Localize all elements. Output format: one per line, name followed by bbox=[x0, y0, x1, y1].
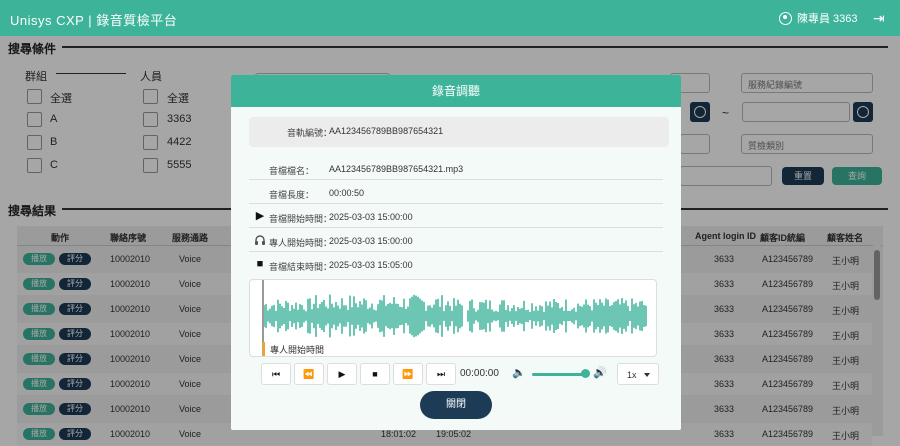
agent-start-value: 2025-03-03 15:00:00 bbox=[329, 236, 413, 246]
app-title: Unisys CXP | 錄音質檢平台 bbox=[10, 13, 178, 28]
volume-high-icon[interactable]: 🔊 bbox=[593, 366, 607, 379]
info-row: 專人開始時間： 2025-03-03 15:00:00 bbox=[249, 229, 663, 252]
chevron-down-icon bbox=[644, 373, 650, 377]
volume-slider[interactable] bbox=[532, 373, 584, 376]
headphones-icon bbox=[254, 234, 266, 246]
agent-start-label: 專人開始時間： bbox=[269, 238, 333, 248]
track-value: AA123456789BB987654321 bbox=[329, 126, 444, 136]
track-label: 音軌編號： bbox=[287, 128, 333, 138]
fast-forward-button[interactable]: ⏩ bbox=[393, 363, 423, 385]
filename-label: 音檔檔名： bbox=[269, 166, 315, 176]
user-info[interactable]: 陳專員 3363 bbox=[779, 10, 858, 26]
skip-start-button[interactable]: ⏮ bbox=[261, 363, 291, 385]
length-label: 音檔長度： bbox=[269, 190, 315, 200]
agent-start-marker bbox=[262, 342, 265, 356]
stop-button[interactable]: ■ bbox=[360, 363, 390, 385]
length-value: 00:00:50 bbox=[329, 188, 365, 198]
user-name: 陳專員 3363 bbox=[797, 13, 858, 25]
play-button[interactable]: ▶ bbox=[327, 363, 357, 385]
play-icon: ▶ bbox=[255, 210, 265, 222]
audio-modal: 錄音調聽 音軌編號： AA123456789BB987654321 音檔檔名： … bbox=[231, 75, 681, 430]
info-row: ▶ 音檔開始時間： 2025-03-03 15:00:00 bbox=[249, 205, 663, 228]
skip-end-button[interactable]: ⏭ bbox=[426, 363, 456, 385]
volume-slider-handle[interactable] bbox=[581, 369, 590, 378]
info-row: 音檔檔名： AA123456789BB987654321.mp3 bbox=[249, 157, 663, 180]
info-row: ■ 音檔結束時間： 2025-03-03 15:05:00 bbox=[249, 253, 663, 276]
modal-title: 錄音調聽 bbox=[231, 75, 681, 107]
rewind-button[interactable]: ⏪ bbox=[294, 363, 324, 385]
track-info-box: 音軌編號： AA123456789BB987654321 bbox=[249, 117, 669, 147]
user-icon bbox=[779, 11, 792, 25]
logout-icon[interactable]: ⇥ bbox=[873, 10, 885, 27]
modal-body: 音軌編號： AA123456789BB987654321 音檔檔名： AA123… bbox=[231, 107, 681, 430]
end-label: 音檔結束時間： bbox=[269, 262, 333, 272]
start-label: 音檔開始時間： bbox=[269, 214, 333, 224]
end-value: 2025-03-03 15:05:00 bbox=[329, 260, 413, 270]
stop-icon: ■ bbox=[256, 258, 264, 270]
start-value: 2025-03-03 15:00:00 bbox=[329, 212, 413, 222]
speed-value: 1x bbox=[627, 370, 637, 380]
volume-low-icon[interactable]: 🔈 bbox=[512, 366, 526, 379]
filename-value: AA123456789BB987654321.mp3 bbox=[329, 164, 464, 174]
speed-select[interactable]: 1x bbox=[617, 363, 659, 385]
close-button[interactable]: 關閉 bbox=[420, 391, 492, 419]
waveform[interactable]: 專人開始時間 bbox=[249, 279, 657, 357]
app-header: Unisys CXP | 錄音質檢平台 陳專員 3363 ⇥ bbox=[0, 0, 900, 36]
info-row: 音檔長度： 00:00:50 bbox=[249, 181, 663, 204]
agent-start-marker-label: 專人開始時間 bbox=[270, 345, 325, 355]
time-display: 00:00:00 bbox=[460, 368, 499, 379]
